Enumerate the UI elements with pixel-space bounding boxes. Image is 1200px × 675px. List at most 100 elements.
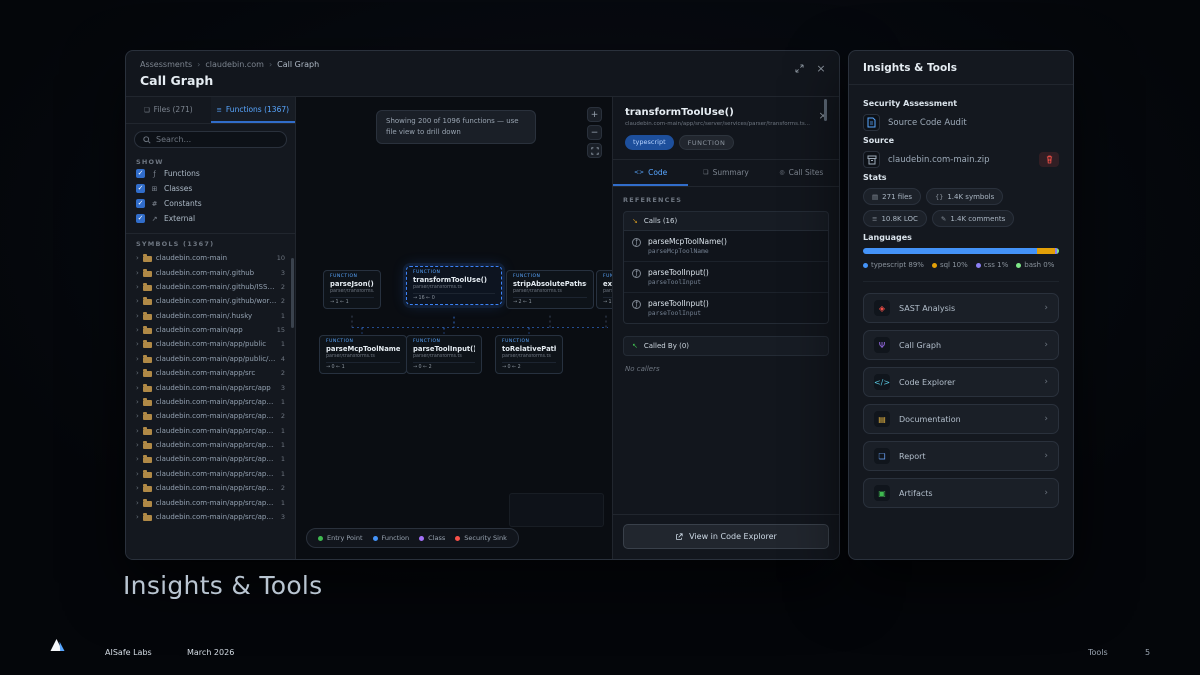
sidebar-tab[interactable]: ❏ Files (271) — [126, 97, 211, 123]
folder-name: claudebin.com-main/.github/ISSU... — [156, 283, 277, 291]
graph-minimap[interactable] — [509, 493, 604, 527]
breadcrumb-item[interactable]: claudebin.com — [192, 60, 264, 69]
tool-row[interactable]: ▤ Documentation › — [863, 404, 1059, 434]
breadcrumb-item[interactable]: Call Graph — [264, 60, 319, 69]
tool-row[interactable]: ▣ Artifacts › — [863, 478, 1059, 508]
symbol-folder-row[interactable]: › claudebin.com-main/app/src/app/(... 1 — [133, 495, 288, 509]
symbol-folder-row[interactable]: › claudebin.com-main/.github 3 — [133, 265, 288, 279]
calls-section-header[interactable]: ↘ Calls (16) — [623, 211, 829, 231]
detail-tab[interactable]: ◎ Call Sites — [764, 160, 839, 186]
chevron-right-icon: › — [136, 283, 139, 291]
folder-count: 3 — [281, 513, 285, 521]
tool-row[interactable]: ❏ Report › — [863, 441, 1059, 471]
filter-row: ✓ ↗ External — [136, 211, 285, 226]
fit-view-button[interactable] — [587, 143, 602, 158]
language-dot — [863, 263, 868, 268]
filter-checkbox[interactable]: ✓ — [136, 214, 145, 223]
folder-name: claudebin.com-main/app/public — [156, 340, 277, 348]
folder-name: claudebin.com-main/app/src/app/(... — [156, 513, 277, 521]
tab-icon: ❏ — [703, 169, 708, 176]
page-footer: AISafe Labs March 2026 Tools 5 — [0, 633, 1200, 675]
folder-icon — [143, 443, 152, 449]
language-name: bash 0% — [1024, 261, 1054, 269]
graph-node[interactable]: FUNCTION parseMcpToolName() parser/trans… — [319, 335, 407, 374]
folder-name: claudebin.com-main/app/src/app/(... — [156, 427, 277, 435]
tool-row[interactable]: ◈ SAST Analysis › — [863, 293, 1059, 323]
symbol-folder-row[interactable]: › claudebin.com-main/app/public 1 — [133, 337, 288, 351]
symbol-folder-row[interactable]: › claudebin.com-main/app/src 2 — [133, 366, 288, 380]
graph-node[interactable]: FUNCTION toRelativePath() parser/transfo… — [495, 335, 563, 374]
symbol-folder-row[interactable]: › claudebin.com-main 10 — [133, 251, 288, 265]
graph-node[interactable]: FUNCTION stripAbsolutePaths() parser/tra… — [506, 270, 594, 309]
symbol-folder-row[interactable]: › claudebin.com-main/app/src/app/(... 3 — [133, 510, 288, 524]
detail-tab[interactable]: <> Code — [613, 160, 688, 186]
tool-row[interactable]: Ψ Call Graph › — [863, 330, 1059, 360]
folder-icon — [143, 429, 152, 435]
filter-checkbox[interactable]: ✓ — [136, 169, 145, 178]
view-in-code-explorer-button[interactable]: View in Code Explorer — [623, 524, 829, 549]
delete-source-button[interactable] — [1039, 152, 1059, 167]
page-number: 5 — [1145, 648, 1150, 657]
stats-label: Stats — [863, 173, 1059, 182]
folder-count: 10 — [277, 254, 285, 262]
detail-tab[interactable]: ❏ Summary — [688, 160, 763, 186]
graph-node[interactable]: FUNCTION extractText() parser/transforms… — [596, 270, 612, 309]
filter-checkbox[interactable]: ✓ — [136, 199, 145, 208]
show-filters: SHOW ✓ ƒ Functions ✓ ⊞ — [126, 153, 295, 234]
symbol-folder-row[interactable]: › claudebin.com-main/app/src/app/(... 1 — [133, 424, 288, 438]
footer-nav-label[interactable]: Tools — [1088, 648, 1108, 657]
close-detail-icon[interactable]: × — [817, 109, 829, 121]
symbol-folder-row[interactable]: › claudebin.com-main/.github/work... 2 — [133, 294, 288, 308]
node-name: stripAbsolutePaths() — [513, 280, 587, 288]
call-item[interactable]: ƒ parseToolInput() parseToolInput — [624, 262, 828, 293]
no-callers-text: No callers — [623, 356, 829, 382]
source-item[interactable]: claudebin.com-main.zip — [863, 151, 1059, 168]
zoom-in-button[interactable]: + — [587, 107, 602, 122]
legend-dot — [318, 536, 323, 541]
graph-canvas[interactable]: Showing 200 of 1096 functions — use file… — [296, 97, 612, 559]
expand-icon[interactable] — [793, 62, 805, 74]
search-input[interactable] — [156, 135, 278, 144]
symbol-folder-row[interactable]: › claudebin.com-main/app 15 — [133, 323, 288, 337]
filter-label: External — [164, 214, 195, 223]
stat-value: 271 files — [882, 193, 912, 201]
graph-node[interactable]: FUNCTION parseToolInput() parser/transfo… — [406, 335, 482, 374]
node-call-stats: → 0 ← 2 — [413, 362, 475, 370]
symbol-folder-row[interactable]: › claudebin.com-main/app/src/app/... 2 — [133, 409, 288, 423]
symbol-folder-row[interactable]: › claudebin.com-main/app/src/app/(... 1 — [133, 452, 288, 466]
zoom-out-button[interactable]: − — [587, 125, 602, 140]
call-graph-window: Assessmentsclaudebin.comCall Graph Call … — [125, 50, 840, 560]
graph-node[interactable]: FUNCTION parseJson() parser/transforms.t… — [323, 270, 381, 309]
call-item[interactable]: ƒ parseToolInput() parseToolInput — [624, 293, 828, 323]
graph-toast: Showing 200 of 1096 functions — use file… — [376, 110, 536, 144]
breadcrumb-item[interactable]: Assessments — [140, 60, 192, 69]
node-name: toRelativePath() — [502, 345, 556, 353]
symbol-folder-row[interactable]: › claudebin.com-main/app/src/app/(... 2 — [133, 481, 288, 495]
scrollbar[interactable] — [291, 258, 294, 328]
folder-count: 1 — [281, 312, 285, 320]
chevron-right-icon: › — [136, 484, 139, 492]
close-icon[interactable]: × — [815, 62, 827, 74]
symbol-folder-row[interactable]: › claudebin.com-main/.husky 1 — [133, 309, 288, 323]
call-item[interactable]: ƒ parseMcpToolName() parseMcpToolName — [624, 231, 828, 262]
filter-checkbox[interactable]: ✓ — [136, 184, 145, 193]
graph-node[interactable]: FUNCTION transformToolUse() parser/trans… — [406, 266, 502, 305]
stat-value: 10.8K LOC — [881, 215, 917, 223]
sidebar-tab[interactable]: ≡ Functions (1367) — [211, 97, 296, 123]
legend-entry: Entry Point — [318, 534, 363, 542]
chevron-right-icon: › — [136, 269, 139, 277]
symbol-folder-row[interactable]: › claudebin.com-main/app/src/app/(... 1 — [133, 438, 288, 452]
folder-icon — [143, 414, 152, 420]
chevron-right-icon: › — [1044, 488, 1048, 498]
symbol-folder-row[interactable]: › claudebin.com-main/app/src/app/(e... 1 — [133, 395, 288, 409]
tool-row[interactable]: </> Code Explorer › — [863, 367, 1059, 397]
symbol-folder-row[interactable]: › claudebin.com-main/.github/ISSU... 2 — [133, 280, 288, 294]
symbol-folder-row[interactable]: › claudebin.com-main/app/public/i... 4 — [133, 352, 288, 366]
footer-date: March 2026 — [187, 648, 234, 657]
called-by-section-header[interactable]: ↖ Called By (0) — [623, 336, 829, 356]
security-assessment-item[interactable]: Source Code Audit — [863, 114, 1059, 131]
folder-count: 2 — [281, 484, 285, 492]
symbol-folder-row[interactable]: › claudebin.com-main/app/src/app/(... 1 — [133, 467, 288, 481]
symbol-folder-row[interactable]: › claudebin.com-main/app/src/app 3 — [133, 380, 288, 394]
language-segment — [863, 248, 1037, 254]
